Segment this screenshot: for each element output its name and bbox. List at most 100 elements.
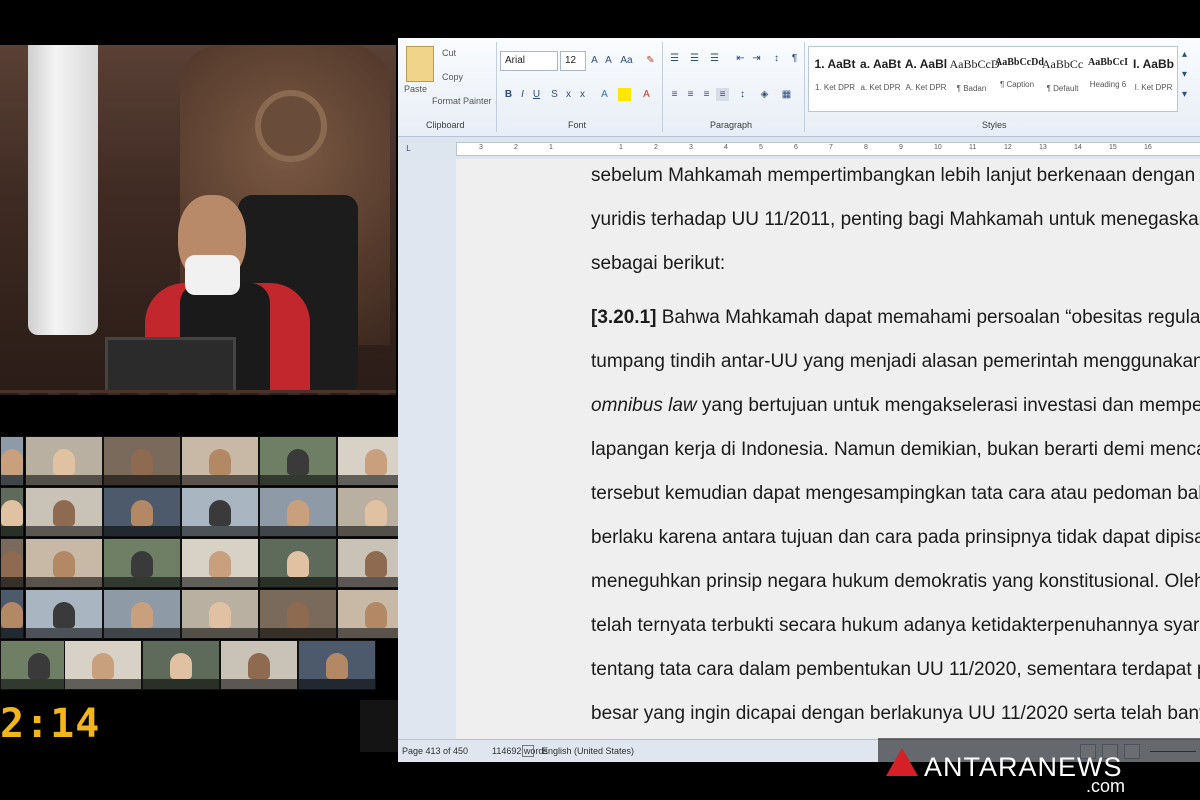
participant-tile[interactable]	[103, 538, 181, 588]
paste-button[interactable]: Paste	[404, 84, 427, 94]
ruler-tick: 10	[934, 144, 942, 151]
strikethrough-icon[interactable]: S	[548, 88, 561, 101]
participant-tile[interactable]	[259, 487, 337, 537]
ruler-tick: 12	[1004, 144, 1012, 151]
format-painter-button[interactable]: Format Painter	[432, 96, 492, 106]
text-effects-icon[interactable]: A	[598, 88, 611, 101]
numbering-icon[interactable]: ☰	[688, 52, 701, 65]
participant-tile[interactable]	[25, 589, 103, 639]
participant-tile[interactable]	[298, 640, 376, 690]
style-name: 1. Ket DPR	[814, 83, 855, 92]
font-color-icon[interactable]: A	[640, 88, 653, 101]
font-size-select[interactable]: 12	[560, 51, 586, 71]
participant-tile[interactable]	[259, 589, 337, 639]
paste-icon[interactable]	[406, 46, 434, 82]
ruler-tick: 8	[864, 144, 868, 151]
multilevel-list-icon[interactable]: ☰	[708, 52, 721, 65]
style-option[interactable]: A. AaBl A. Ket DPR	[904, 49, 948, 107]
participant-tile[interactable]	[25, 487, 103, 537]
style-preview: AaBbCc	[1041, 57, 1084, 71]
participant-tile[interactable]	[181, 589, 259, 639]
participant-tile[interactable]	[103, 487, 181, 537]
italic-icon[interactable]: I	[516, 88, 529, 101]
highlight-icon[interactable]	[618, 88, 631, 101]
document-line: besar yang ingin dicapai dengan berlakun…	[591, 703, 1200, 724]
horizontal-ruler[interactable]: 3 2 1 1 2 3 4 5 6 7 8 9 10 11 12 13 14 15 16	[456, 142, 1200, 156]
style-option[interactable]: AaBbCcI Heading 6	[1086, 49, 1130, 107]
participant-avatar	[365, 500, 387, 526]
style-option[interactable]: AaBbCcD ¶ Badan	[950, 49, 1000, 107]
superscript-icon[interactable]: x	[576, 88, 589, 101]
styles-more-icon[interactable]: ▾	[1178, 88, 1191, 101]
shading-icon[interactable]: ◈	[758, 88, 771, 101]
participant-avatar	[287, 500, 309, 526]
clear-format-icon[interactable]: ✎	[644, 54, 657, 67]
document-line: berlaku karena antara tujuan dan cara pa…	[591, 527, 1200, 548]
shrink-font-icon[interactable]: A	[602, 54, 615, 67]
sort-icon[interactable]: ↕	[770, 52, 783, 65]
watermark-suffix: .com	[1086, 776, 1126, 796]
style-option[interactable]: AaBbCc ¶ Default	[1041, 49, 1085, 107]
participant-tile[interactable]	[103, 436, 181, 486]
page-count[interactable]: Page 413 of 450	[402, 746, 468, 756]
language-indicator[interactable]: English (United States)	[542, 746, 634, 756]
participant-tile[interactable]	[259, 436, 337, 486]
tab-selector-icon[interactable]: L	[402, 142, 415, 155]
group-divider	[662, 42, 663, 132]
participant-name	[1, 475, 23, 485]
document-page[interactable]: sebelum Mahkamah mempertimbangkan lebih …	[456, 159, 1200, 739]
style-option[interactable]: 1. AaBt 1. Ket DPR	[813, 49, 857, 107]
antaranews-watermark: ANTARANEWS .com	[878, 738, 1200, 800]
grow-font-icon[interactable]: A	[588, 54, 601, 67]
proofing-icon[interactable]	[522, 745, 534, 757]
participant-tile[interactable]	[0, 589, 24, 639]
align-center-icon[interactable]: ≡	[684, 88, 697, 101]
change-case-icon[interactable]: Aa	[620, 54, 633, 67]
justify-icon[interactable]: ≡	[716, 88, 729, 101]
increase-indent-icon[interactable]: ⇥	[750, 52, 763, 65]
underline-icon[interactable]: U	[530, 88, 543, 101]
bench-desk	[0, 390, 396, 395]
bullets-icon[interactable]: ☰	[668, 52, 681, 65]
participant-tile[interactable]	[0, 436, 24, 486]
participant-avatar	[209, 602, 231, 628]
copy-button[interactable]: Copy	[442, 72, 463, 82]
participant-name	[260, 577, 336, 587]
participant-tile[interactable]	[142, 640, 220, 690]
participant-tile[interactable]	[181, 436, 259, 486]
participant-tile[interactable]	[259, 538, 337, 588]
participant-tile[interactable]	[0, 487, 24, 537]
borders-icon[interactable]: ▦	[780, 88, 793, 101]
participant-tile[interactable]	[181, 538, 259, 588]
participant-tile[interactable]	[181, 487, 259, 537]
chair-emblem	[255, 90, 327, 162]
participant-avatar	[365, 449, 387, 475]
font-name-select[interactable]: Arial	[500, 51, 558, 71]
style-option[interactable]: a. AaBt a. Ket DPR	[859, 49, 903, 107]
participant-avatar	[209, 500, 231, 526]
participant-avatar	[287, 551, 309, 577]
align-right-icon[interactable]: ≡	[700, 88, 713, 101]
participant-tile[interactable]	[103, 589, 181, 639]
participant-tile[interactable]	[25, 436, 103, 486]
styles-scroll-down-icon[interactable]: ▾	[1178, 68, 1191, 81]
cut-button[interactable]: Cut	[442, 48, 456, 58]
line-spacing-icon[interactable]: ↕	[736, 88, 749, 101]
ruler-tick: 16	[1144, 144, 1152, 151]
participant-tile[interactable]	[220, 640, 298, 690]
participant-tile[interactable]	[0, 538, 24, 588]
bold-icon[interactable]: B	[502, 88, 515, 101]
align-left-icon[interactable]: ≡	[668, 88, 681, 101]
show-marks-icon[interactable]: ¶	[788, 52, 801, 65]
decrease-indent-icon[interactable]: ⇤	[734, 52, 747, 65]
participant-tile[interactable]	[25, 538, 103, 588]
style-preview: I. AaBb	[1133, 57, 1174, 71]
subscript-icon[interactable]: x	[562, 88, 575, 101]
clipboard-group-label: Clipboard	[426, 120, 465, 130]
word-count[interactable]: 114692 words	[492, 746, 548, 756]
style-option[interactable]: AaBbCcDd ¶ Caption	[995, 49, 1044, 107]
styles-scroll-up-icon[interactable]: ▴	[1178, 48, 1191, 61]
ruler-tick: 14	[1074, 144, 1082, 151]
participant-tile[interactable]	[64, 640, 142, 690]
style-option[interactable]: I. AaBb I. Ket DPR	[1132, 49, 1176, 107]
